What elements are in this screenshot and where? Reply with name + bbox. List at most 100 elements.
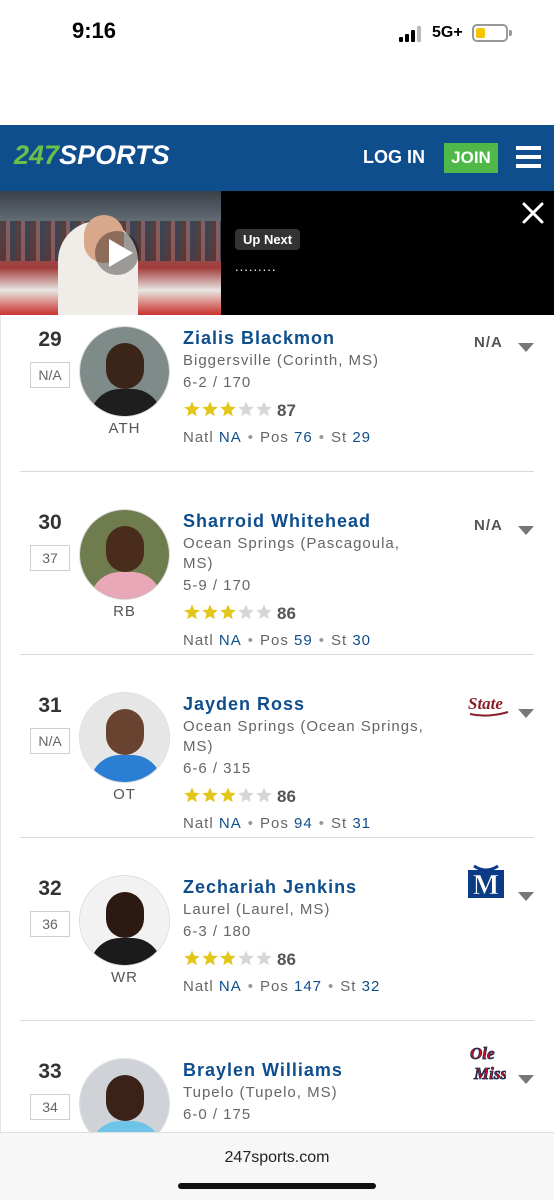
site-logo[interactable]: 247SPORTS	[14, 140, 170, 171]
list-item[interactable]: 30 37 RB Sharroid Whitehead Ocean Springs (…	[0, 472, 554, 655]
star-icon	[238, 950, 254, 966]
commit-status: N/A	[474, 334, 503, 351]
memphis-logo[interactable]: M	[466, 864, 512, 901]
position-label: ATH	[108, 420, 141, 437]
star-rating	[183, 603, 273, 621]
chevron-down-icon[interactable]	[518, 340, 534, 352]
natl-rank[interactable]: NA	[219, 978, 242, 995]
star-icon	[202, 950, 218, 966]
rank-number: 30	[38, 511, 62, 534]
battery-tip	[509, 30, 512, 36]
school-line: Laurel (Laurel, MS)	[183, 901, 331, 918]
school-line: Biggersville (Corinth, MS)	[183, 352, 380, 369]
hamburger-menu-icon[interactable]	[516, 146, 541, 168]
ranking-line: Natl NA • Pos 147 • St 32	[183, 978, 381, 995]
star-rating	[183, 786, 273, 804]
list-item[interactable]: 32 36 WR Zechariah Jenkins Laurel (Laurel, …	[0, 838, 554, 1021]
natl-label: Natl	[183, 815, 214, 832]
state-rank[interactable]: 31	[352, 815, 371, 832]
list-item[interactable]: 3334 CBBraylen WilliamsTupelo (Tupelo, M…	[0, 1021, 554, 1132]
star-icon	[256, 604, 272, 620]
avatar[interactable]	[79, 875, 170, 966]
height-weight: 6-0 / 175	[183, 1106, 252, 1123]
st-label: St	[340, 978, 357, 995]
login-button[interactable]: LOG IN	[363, 147, 425, 168]
natl-label: Natl	[183, 429, 214, 446]
height-weight: 5-9 / 170	[183, 577, 252, 594]
pos-rank[interactable]: 147	[294, 978, 322, 995]
pos-label: Pos	[259, 978, 289, 995]
star-icon	[256, 401, 272, 417]
previous-rank: N/A	[30, 362, 70, 388]
ranking-line: Natl NA • Pos 59 • St 30	[183, 632, 371, 649]
pos-rank[interactable]: 94	[294, 815, 313, 832]
avatar[interactable]	[79, 509, 170, 600]
video-thumbnail[interactable]	[0, 191, 221, 315]
star-icon	[202, 787, 218, 803]
player-rankings-list: 29 N/A ATH Zialis Blackmon Biggersville (Co…	[0, 315, 554, 1132]
pos-rank[interactable]: 76	[294, 429, 313, 446]
previous-rank: 36	[30, 911, 70, 937]
up-next-title[interactable]: .........	[235, 259, 277, 274]
star-icon	[184, 604, 200, 620]
url-text[interactable]: 247sports.com	[0, 1149, 554, 1167]
star-icon	[184, 787, 200, 803]
player-name-link[interactable]: Braylen Williams	[183, 1060, 343, 1081]
rating-score: 86	[277, 787, 296, 806]
star-icon	[256, 950, 272, 966]
join-button[interactable]: JOIN	[444, 143, 498, 173]
star-icon	[202, 604, 218, 620]
natl-rank[interactable]: NA	[219, 815, 242, 832]
state-rank[interactable]: 29	[352, 429, 371, 446]
logo-247: 247	[14, 140, 60, 170]
school-line-2: MS)	[183, 555, 214, 572]
height-weight: 6-2 / 170	[183, 374, 252, 391]
chevron-down-icon[interactable]	[518, 889, 534, 901]
chevron-down-icon[interactable]	[518, 1072, 534, 1084]
school-line: Ocean Springs (Pascagoula,	[183, 535, 400, 552]
player-name-link[interactable]: Jayden Ross	[183, 694, 305, 715]
natl-label: Natl	[183, 978, 214, 995]
state-rank[interactable]: 30	[352, 632, 371, 649]
star-icon	[220, 604, 236, 620]
network-label: 5G+	[432, 24, 463, 41]
rating-score: 86	[277, 604, 296, 623]
player-name-link[interactable]: Zechariah Jenkins	[183, 877, 357, 898]
pos-label: Pos	[259, 429, 289, 446]
rank-number: 31	[38, 694, 62, 717]
natl-rank[interactable]: NA	[219, 632, 242, 649]
ranking-line: Natl NA • Pos 94 • St 31	[183, 815, 371, 832]
avatar[interactable]	[79, 326, 170, 417]
position-label: WR	[111, 969, 138, 986]
avatar[interactable]	[79, 1058, 170, 1132]
star-icon	[184, 401, 200, 417]
st-label: St	[330, 632, 348, 649]
avatar[interactable]	[79, 692, 170, 783]
close-icon[interactable]	[520, 200, 546, 226]
height-weight: 6-3 / 180	[183, 923, 252, 940]
state-rank[interactable]: 32	[362, 978, 381, 995]
chevron-down-icon[interactable]	[518, 523, 534, 535]
natl-rank[interactable]: NA	[219, 429, 242, 446]
star-rating	[183, 400, 273, 418]
pos-label: Pos	[259, 632, 289, 649]
player-name-link[interactable]: Sharroid Whitehead	[183, 511, 371, 532]
home-indicator	[178, 1183, 376, 1189]
chevron-down-icon[interactable]	[518, 706, 534, 718]
rating-score: 86	[277, 950, 296, 969]
rank-number: 32	[38, 877, 62, 900]
star-icon	[202, 401, 218, 417]
previous-rank: N/A	[30, 728, 70, 754]
pos-rank[interactable]: 59	[294, 632, 313, 649]
list-item[interactable]: 29 N/A ATH Zialis Blackmon Biggersville (Co…	[0, 315, 554, 472]
list-item[interactable]: 31 N/A OT Jayden Ross Ocean Springs (Ocean …	[0, 655, 554, 838]
rank-number: 29	[38, 328, 62, 351]
player-name-link[interactable]: Zialis Blackmon	[183, 328, 335, 349]
ole-miss-logo[interactable]: Ole Miss	[466, 1041, 512, 1087]
position-label: RB	[113, 603, 136, 620]
mississippi-state-logo[interactable]: State	[466, 688, 512, 720]
play-icon[interactable]	[95, 231, 139, 275]
status-time: 9:16	[72, 18, 117, 43]
up-next-label: Up Next	[235, 229, 301, 250]
rank-number: 33	[38, 1060, 62, 1083]
